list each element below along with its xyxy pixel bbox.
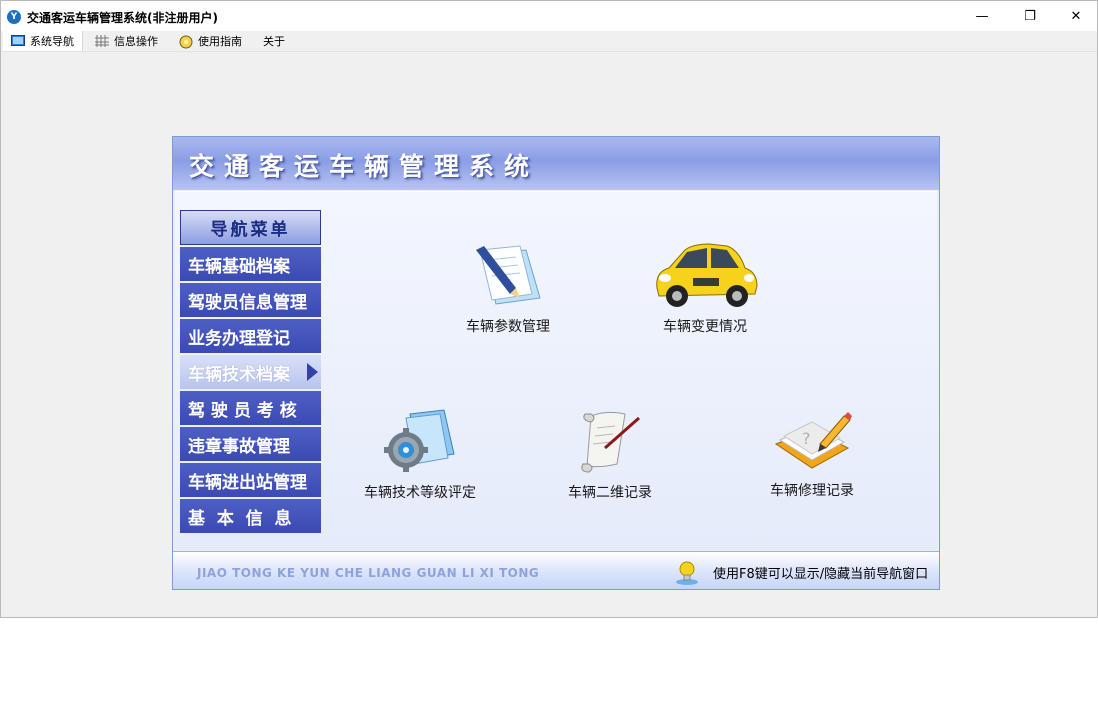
nav-item-vehicle-tech[interactable]: 车辆技术档案 <box>180 355 321 389</box>
nav-menu: 导航菜单 车辆基础档案 驾驶员信息管理 业务办理登记 车辆技术档案 驾 驶 员 … <box>180 210 321 533</box>
feature-label: 车辆变更情况 <box>663 319 747 335</box>
menu-item-system-nav[interactable]: 系统导航 <box>3 31 83 51</box>
title-bar[interactable]: Y 交通客运车辆管理系统(非注册用户) — ❐ ✕ <box>1 1 1097 31</box>
menu-item-info-ops[interactable]: 信息操作 <box>95 31 158 51</box>
menu-item-about[interactable]: 关于 <box>263 31 285 51</box>
feature-label: 车辆二维记录 <box>568 485 652 501</box>
nav-item-violation-accident[interactable]: 违章事故管理 <box>180 427 321 461</box>
feature-label: 车辆修理记录 <box>770 483 854 499</box>
feature-vehicle-tech-grade[interactable]: 车辆技术等级评定 <box>340 408 500 502</box>
car-icon <box>656 243 758 307</box>
close-button[interactable]: ✕ <box>1053 1 1097 31</box>
feature-label: 车辆参数管理 <box>466 319 550 335</box>
restore-button[interactable]: ❐ <box>1007 1 1053 31</box>
feature-vehicle-changes[interactable]: 车辆变更情况 <box>625 238 785 336</box>
footer-bar: JIAO TONG KE YUN CHE LIANG GUAN LI XI TO… <box>173 551 939 589</box>
banner-title: 交通客运车辆管理系统 <box>189 152 540 181</box>
menu-bar: 系统导航 信息操作 使用指南 关于 <box>1 31 1097 52</box>
footer-brand-text: JIAO TONG KE YUN CHE LIANG GUAN LI XI TO… <box>197 566 540 580</box>
nav-item-station-in-out[interactable]: 车辆进出站管理 <box>180 463 321 497</box>
nav-item-label: 车辆技术档案 <box>188 364 290 385</box>
document-pen-icon <box>476 245 541 305</box>
nav-item-basic-info[interactable]: 基 本 信 息 <box>180 499 321 533</box>
arrow-right-icon <box>307 363 318 381</box>
gear-folder-icon <box>384 409 455 472</box>
header-banner: 交通客运车辆管理系统 <box>173 137 939 190</box>
feature-vehicle-2d-record[interactable]: 车辆二维记录 <box>530 408 690 502</box>
menu-label: 系统导航 <box>30 35 74 48</box>
lightbulb-icon <box>676 561 698 585</box>
nav-header: 导航菜单 <box>180 210 321 245</box>
content-area: 导航菜单 车辆基础档案 驾驶员信息管理 业务办理登记 车辆技术档案 驾 驶 员 … <box>175 191 937 550</box>
scroll-icon <box>581 411 640 473</box>
menu-item-guide[interactable]: 使用指南 <box>179 31 242 51</box>
menu-label: 信息操作 <box>114 35 158 48</box>
app-window: Y 交通客运车辆管理系统(非注册用户) — ❐ ✕ 系统导航 信息操作 使用指南… <box>0 0 1098 618</box>
window-title: 交通客运车辆管理系统(非注册用户) <box>27 11 218 25</box>
svg-text:?: ? <box>802 429 811 448</box>
menu-label: 关于 <box>263 35 285 48</box>
minimize-button[interactable]: — <box>959 1 1005 31</box>
guide-icon <box>179 35 193 49</box>
menu-label: 使用指南 <box>198 35 242 48</box>
feature-vehicle-params[interactable]: 车辆参数管理 <box>428 244 588 336</box>
feature-label: 车辆技术等级评定 <box>364 485 476 501</box>
nav-item-business-register[interactable]: 业务办理登记 <box>180 319 321 353</box>
feature-vehicle-repair-record[interactable]: ? 车辆修理记录 <box>732 408 892 500</box>
nav-item-vehicle-basic[interactable]: 车辆基础档案 <box>180 247 321 281</box>
nav-item-driver-assessment[interactable]: 驾 驶 员 考 核 <box>180 391 321 425</box>
footer-tip-text: 使用F8键可以显示/隐藏当前导航窗口 <box>713 567 929 582</box>
notebook-pencil-icon: ? <box>774 412 852 469</box>
grid-icon <box>95 35 109 47</box>
monitor-icon <box>11 35 25 47</box>
main-panel: 交通客运车辆管理系统 导航菜单 车辆基础档案 驾驶员信息管理 业务办理登记 车辆… <box>172 136 940 590</box>
app-logo-icon: Y <box>7 10 21 24</box>
nav-item-driver-info[interactable]: 驾驶员信息管理 <box>180 283 321 317</box>
